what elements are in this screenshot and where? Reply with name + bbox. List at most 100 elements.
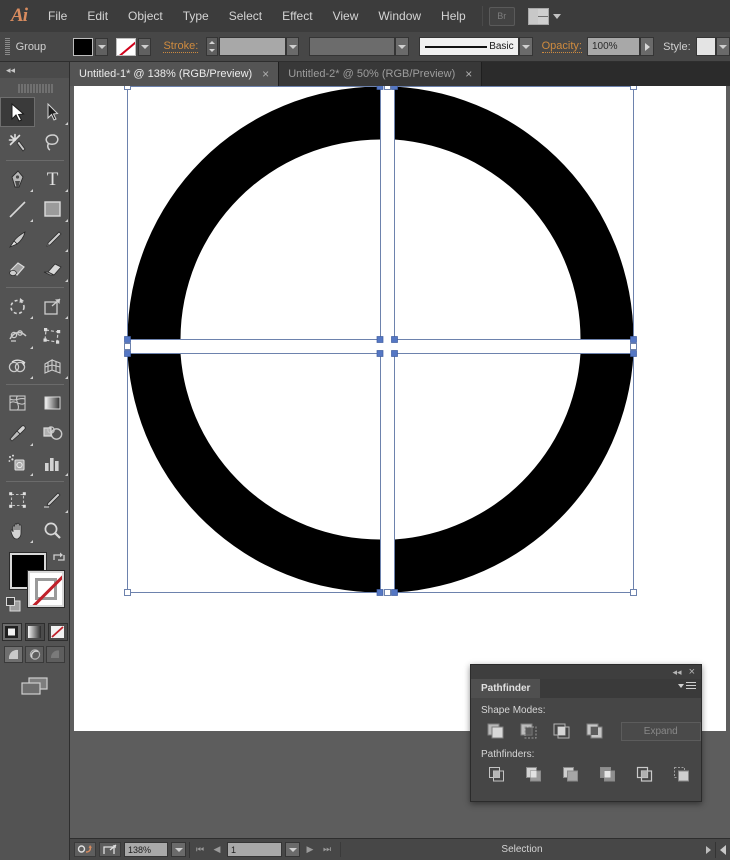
first-artboard-button[interactable]: ⏮ (193, 842, 207, 857)
menu-type[interactable]: Type (173, 0, 219, 32)
paintbrush-tool[interactable] (0, 224, 35, 254)
expand-button[interactable]: Expand (620, 721, 702, 741)
artboard-number-dropdown[interactable] (285, 842, 300, 857)
artboard[interactable] (74, 86, 726, 731)
artboard-number-field[interactable]: 1 (227, 842, 282, 857)
trim-button[interactable] (516, 764, 553, 786)
share-icon[interactable] (99, 842, 121, 857)
artboard-tool[interactable] (0, 485, 35, 515)
close-icon[interactable]: × (262, 68, 269, 80)
divide-button[interactable] (479, 764, 516, 786)
stroke-weight-stepper[interactable] (206, 37, 218, 56)
pathfinder-titlebar[interactable]: ◂◂ × (471, 665, 701, 679)
color-mode-button[interactable] (1, 623, 22, 641)
stroke-weight-dropdown[interactable] (285, 37, 300, 56)
graphic-style-swatch[interactable] (695, 37, 717, 56)
brush-definition-dropdown[interactable] (518, 37, 533, 56)
lasso-tool[interactable] (35, 127, 70, 157)
scale-tool[interactable] (35, 291, 70, 321)
zoom-level-field[interactable]: 138% (124, 842, 168, 857)
control-bar-grip[interactable] (5, 37, 10, 56)
menu-window[interactable]: Window (368, 0, 431, 32)
unite-button[interactable] (479, 720, 512, 742)
stroke-profile-field[interactable] (309, 37, 395, 56)
close-icon[interactable]: × (465, 68, 472, 80)
selection-tool[interactable] (0, 97, 35, 127)
stroke-color-indicator[interactable] (28, 571, 64, 607)
previous-artboard-button[interactable]: ◀ (210, 842, 224, 857)
full-screen-menubar-mode-button[interactable] (25, 646, 44, 663)
default-fill-stroke-icon[interactable] (6, 597, 21, 612)
status-text[interactable]: Selection (340, 842, 703, 857)
segmented-ring-artwork[interactable] (74, 86, 726, 731)
menu-select[interactable]: Select (219, 0, 272, 32)
blob-brush-tool[interactable] (0, 254, 35, 284)
toolbar-grip[interactable] (16, 81, 53, 95)
pathfinder-panel[interactable]: ◂◂ × Pathfinder Shape Modes: Expand Path… (470, 664, 702, 802)
close-icon[interactable]: × (689, 666, 695, 678)
status-flyout-icon[interactable] (706, 845, 711, 854)
last-artboard-button[interactable]: ⏭ (320, 842, 334, 857)
direct-selection-tool[interactable] (35, 97, 70, 127)
next-artboard-button[interactable]: ▶ (303, 842, 317, 857)
eyedropper-tool[interactable] (0, 418, 35, 448)
toolbar-collapse-button[interactable]: ◂◂ (0, 62, 69, 78)
menu-object[interactable]: Object (118, 0, 173, 32)
menu-edit[interactable]: Edit (77, 0, 118, 32)
hand-tool[interactable] (0, 515, 35, 545)
symbol-sprayer-tool[interactable] (0, 448, 35, 478)
zoom-level-dropdown[interactable] (171, 842, 186, 857)
tab-untitled-2[interactable]: Untitled-2* @ 50% (RGB/Preview) × (279, 62, 483, 86)
stroke-color-swatch[interactable] (116, 37, 137, 56)
normal-screen-mode-button[interactable] (4, 646, 23, 663)
column-graph-tool[interactable] (35, 448, 70, 478)
graphic-style-dropdown[interactable] (716, 37, 730, 56)
menu-file[interactable]: File (38, 0, 77, 32)
shape-builder-tool[interactable] (0, 351, 35, 381)
mesh-tool[interactable] (0, 388, 35, 418)
blend-tool[interactable] (35, 418, 70, 448)
menu-help[interactable]: Help (431, 0, 476, 32)
line-segment-tool[interactable] (0, 194, 35, 224)
gradient-tool[interactable] (35, 388, 70, 418)
tab-untitled-1[interactable]: Untitled-1* @ 138% (RGB/Preview) × (70, 62, 280, 86)
brush-definition-field[interactable]: Basic (418, 37, 519, 56)
rectangle-tool[interactable] (35, 194, 70, 224)
none-mode-button[interactable] (47, 623, 68, 641)
canvas-area[interactable]: ◂◂ × Pathfinder Shape Modes: Expand Path… (70, 86, 730, 838)
workspace-switcher-button[interactable] (527, 7, 561, 25)
tab-pathfinder[interactable]: Pathfinder (471, 679, 541, 698)
perspective-grid-tool[interactable] (35, 351, 70, 381)
stroke-color-dropdown[interactable] (138, 37, 152, 56)
width-tool[interactable] (0, 321, 35, 351)
opacity-field[interactable]: 100% (586, 37, 641, 56)
pen-tool[interactable] (0, 164, 35, 194)
scroll-left-icon[interactable] (720, 844, 726, 855)
menu-effect[interactable]: Effect (272, 0, 322, 32)
opacity-flyout-button[interactable] (640, 37, 655, 56)
opacity-label[interactable]: Opacity: (541, 40, 582, 53)
magic-wand-tool[interactable] (0, 127, 35, 157)
merge-button[interactable] (553, 764, 590, 786)
pencil-tool[interactable] (35, 224, 70, 254)
collapse-icon[interactable]: ◂◂ (673, 667, 682, 677)
gradient-mode-button[interactable] (24, 623, 45, 641)
intersect-button[interactable] (545, 720, 578, 742)
type-tool[interactable]: T (35, 164, 70, 194)
menu-view[interactable]: View (323, 0, 369, 32)
slice-tool[interactable] (35, 485, 70, 515)
swap-fill-stroke-icon[interactable] (52, 551, 66, 565)
bridge-button[interactable]: Br (488, 6, 515, 26)
free-transform-tool[interactable] (35, 321, 70, 351)
rotate-tool[interactable] (0, 291, 35, 321)
crop-button[interactable] (590, 764, 627, 786)
fill-color-dropdown[interactable] (95, 37, 109, 56)
full-screen-mode-button[interactable] (46, 646, 65, 663)
stroke-label[interactable]: Stroke: (163, 40, 199, 53)
minus-front-button[interactable] (512, 720, 545, 742)
stroke-weight-field[interactable] (218, 37, 286, 56)
change-screen-mode-icon[interactable] (20, 675, 50, 702)
preferences-icon[interactable] (74, 842, 96, 857)
outline-button[interactable] (627, 764, 664, 786)
minus-back-button[interactable] (664, 764, 701, 786)
